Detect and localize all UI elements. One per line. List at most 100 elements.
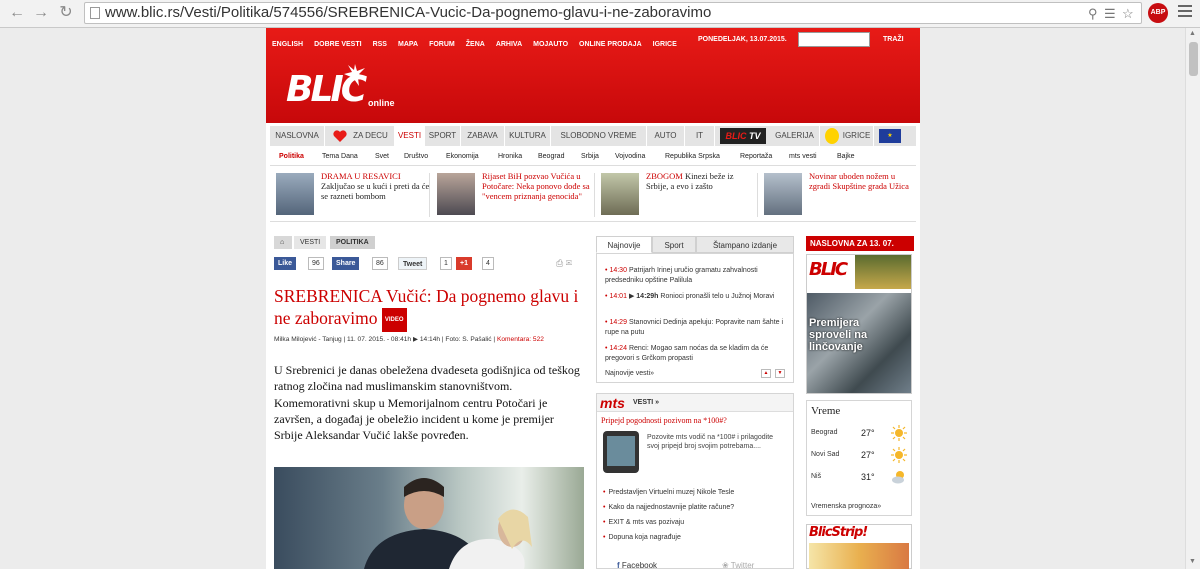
- top-link[interactable]: MOJAUTO: [533, 38, 568, 52]
- top-story-1[interactable]: DRAMA U RESAVICI Zaključao se u kući i pr…: [276, 171, 436, 217]
- facebook-share-button[interactable]: Share: [332, 257, 360, 270]
- facebook-button[interactable]: f Facebook: [617, 561, 657, 569]
- reload-button[interactable]: ↻: [55, 3, 77, 23]
- arrow-down-icon[interactable]: ▼: [775, 369, 785, 378]
- nav-auto[interactable]: AUTO: [647, 126, 685, 146]
- subnav-republika-srpska[interactable]: Republika Srpska: [665, 148, 720, 166]
- mts-link[interactable]: • EXIT & mts vas pozivaju: [603, 519, 684, 526]
- scroll-down-icon[interactable]: ▼: [1189, 558, 1196, 565]
- weather-forecast-link[interactable]: Vremenska prognoza»: [811, 503, 881, 510]
- top-link[interactable]: ARHIVA: [496, 38, 522, 52]
- scroll-thumb[interactable]: [1189, 42, 1198, 76]
- top-link[interactable]: RSS: [373, 38, 387, 52]
- front-page-image[interactable]: BLIC Premijera sproveli na linčovanje: [806, 254, 912, 394]
- top-story-2[interactable]: Rijaset BiH pozvao Vučića u Potočare: Ne…: [437, 171, 597, 217]
- top-link[interactable]: IGRICE: [653, 38, 677, 52]
- byline-time: 14:14h: [419, 336, 441, 343]
- top-link[interactable]: ONLINE PRODAJA: [579, 38, 642, 52]
- subnav-tema-dana[interactable]: Tema Dana: [322, 148, 358, 166]
- phone-image[interactable]: [603, 431, 639, 473]
- tab-stampano-izdanje[interactable]: Štampano izdanje: [696, 236, 794, 253]
- breadcrumb-politika[interactable]: POLITIKA: [330, 236, 375, 249]
- top-link[interactable]: DOBRE VESTI: [314, 38, 361, 52]
- mts-link[interactable]: • Kako da najjednostavnije platite račune…: [603, 504, 734, 511]
- search-button[interactable]: TRAŽI: [883, 33, 904, 47]
- story-text[interactable]: Rijaset BiH pozvao Vučića u Potočare: Ne…: [482, 171, 592, 201]
- story-text[interactable]: DRAMA U RESAVICI Zaključao se u kući i pr…: [321, 171, 431, 201]
- twitter-button[interactable]: ❀ Twitter: [722, 561, 754, 569]
- top-story-4[interactable]: Novinar uboden nožem u zgradi Skupštine …: [764, 171, 916, 217]
- adblock-icon[interactable]: ABP: [1148, 3, 1168, 23]
- print-icon[interactable]: ⎙ ✉: [556, 258, 572, 269]
- mts-logo[interactable]: mts: [600, 394, 625, 412]
- tweet-button[interactable]: Tweet: [398, 257, 428, 270]
- nav-it[interactable]: IT: [685, 126, 715, 146]
- back-button[interactable]: ←: [6, 3, 28, 23]
- search-icon[interactable]: ⚲: [1088, 5, 1098, 23]
- menu-icon[interactable]: [1178, 5, 1192, 20]
- subnav-reportaza[interactable]: Reportaža: [740, 148, 772, 166]
- breadcrumb-vesti[interactable]: VESTI: [294, 236, 327, 249]
- subnav-bajke[interactable]: Bajke: [837, 148, 855, 166]
- tab-sport[interactable]: Sport: [652, 236, 696, 253]
- subnav-drustvo[interactable]: Društvo: [404, 148, 428, 166]
- scrollbar[interactable]: ▲ ▼: [1185, 28, 1200, 569]
- nav-naslovna[interactable]: NASLOVNA: [270, 126, 325, 146]
- mts-feature-title[interactable]: Pripejd pogodnosti pozivom na *100#?: [601, 416, 727, 425]
- forward-button[interactable]: →: [30, 3, 52, 23]
- url-text[interactable]: www.blic.rs/Vesti/Politika/574556/SREBRE…: [105, 3, 711, 23]
- subnav-ekonomija[interactable]: Ekonomija: [446, 148, 479, 166]
- star-icon[interactable]: ☆: [1122, 5, 1134, 23]
- front-page-heading[interactable]: NASLOVNA ZA 13. 07.: [806, 236, 914, 251]
- story-thumbnail[interactable]: [437, 173, 475, 215]
- tab-najnovije[interactable]: Najnovije: [596, 236, 652, 253]
- top-link[interactable]: ENGLISH: [272, 38, 303, 52]
- facebook-like-button[interactable]: Like: [274, 257, 297, 270]
- nav-vesti[interactable]: VESTI: [395, 126, 425, 146]
- article-photo[interactable]: [274, 467, 584, 569]
- blic-tv-link[interactable]: BLIC TV: [720, 128, 766, 144]
- home-icon[interactable]: ⌂: [274, 236, 292, 249]
- story-thumbnail[interactable]: [764, 173, 802, 215]
- address-bar[interactable]: www.blic.rs/Vesti/Politika/574556/SREBRE…: [84, 2, 1142, 24]
- top-link[interactable]: FORUM: [429, 38, 455, 52]
- subnav-svet[interactable]: Svet: [375, 148, 389, 166]
- google-plus-button[interactable]: +1: [456, 257, 472, 270]
- subnav-hronika[interactable]: Hronika: [498, 148, 522, 166]
- nav-zabava[interactable]: ZABAVA: [461, 126, 505, 146]
- comments-link[interactable]: Komentara: 522: [497, 336, 544, 343]
- subnav-beograd[interactable]: Beograd: [538, 148, 564, 166]
- story-thumbnail[interactable]: [276, 173, 314, 215]
- mts-link[interactable]: • Predstavljen Virtuelni muzej Nikole Tes…: [603, 489, 734, 496]
- news-item[interactable]: • 14:29 Stanovnici Dedinja apeluju: Popra…: [605, 318, 789, 337]
- top-story-3[interactable]: ZBOGOM Kinezi beže iz Srbije, a evo i za…: [601, 171, 761, 217]
- story-text[interactable]: Novinar uboden nožem u zgradi Skupštine …: [809, 171, 913, 191]
- mts-link[interactable]: • Dopuna koja nagrađuje: [603, 534, 681, 541]
- eu-flag-icon[interactable]: ★: [879, 129, 901, 143]
- story-thumbnail[interactable]: [601, 173, 639, 215]
- subnav-srbija[interactable]: Srbija: [581, 148, 599, 166]
- arrow-up-icon[interactable]: ▲: [761, 369, 771, 378]
- latest-news-link[interactable]: Najnovije vesti»: [605, 370, 654, 377]
- search-input[interactable]: [798, 32, 870, 47]
- nav-kultura[interactable]: KULTURA: [505, 126, 551, 146]
- nav-slobodno-vreme[interactable]: SLOBODNO VREME: [551, 126, 647, 146]
- subnav-politika[interactable]: Politika: [279, 148, 304, 166]
- scroll-up-icon[interactable]: ▲: [1189, 30, 1196, 37]
- video-badge[interactable]: VIDEO: [381, 307, 407, 332]
- nav-galerija[interactable]: GALERIJA: [770, 126, 820, 146]
- subnav-mts-vesti[interactable]: mts vesti: [789, 148, 817, 166]
- top-link[interactable]: ŽENA: [466, 38, 485, 52]
- translate-icon[interactable]: ☰: [1104, 5, 1116, 23]
- mts-vesti-link[interactable]: VESTI »: [633, 394, 659, 412]
- news-item[interactable]: • 14:30 Patrijarh Irinej uručio gramatu z…: [605, 266, 789, 285]
- story-text[interactable]: ZBOGOM Kinezi beže iz Srbije, a evo i za…: [646, 171, 754, 191]
- subnav-vojvodina[interactable]: Vojvodina: [615, 148, 645, 166]
- nav-sport[interactable]: SPORT: [425, 126, 461, 146]
- news-item[interactable]: • 14:24 Renci: Mogao sam noćas da se klad…: [605, 344, 789, 363]
- nav-igrice[interactable]: IGRICE: [840, 126, 874, 146]
- play-icon[interactable]: ▶: [413, 336, 418, 343]
- blicstrip-banner[interactable]: BlicStrip!: [806, 524, 912, 569]
- news-item[interactable]: • 14:01 ▶ 14:29h Ronioci pronašli telo u …: [605, 292, 789, 302]
- top-link[interactable]: MAPA: [398, 38, 418, 52]
